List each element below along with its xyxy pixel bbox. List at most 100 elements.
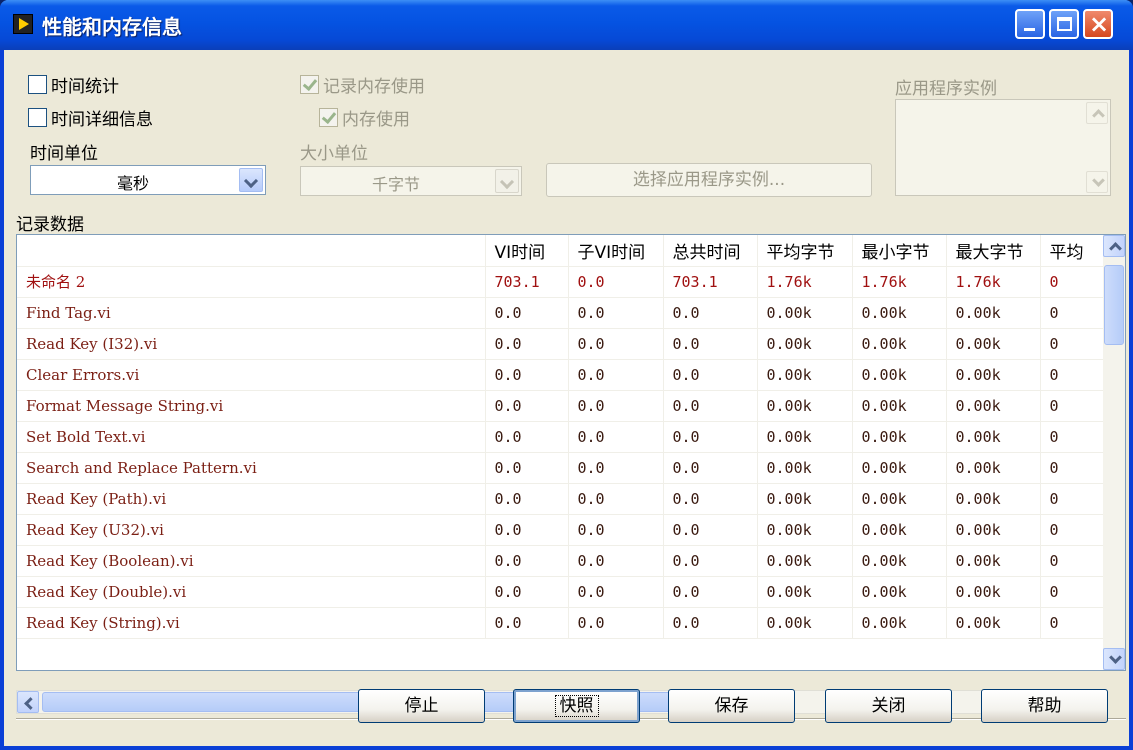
table-row[interactable]: Clear Errors.vi 0.0 0.0 0.0 0.00k 0.00k 0.00k 0 — [17, 359, 1107, 391]
close-button[interactable]: 关闭 — [825, 689, 952, 723]
profile-memory-checkbox[interactable]: 记录内存使用 — [300, 72, 425, 97]
app-instances-scrollbar[interactable] — [1086, 102, 1108, 193]
value-cell: 0.00k — [946, 421, 1041, 453]
timing-details-checkbox[interactable]: 时间详细信息 — [28, 105, 153, 130]
scroll-up-icon[interactable] — [1086, 102, 1108, 124]
value-cell: 0.00k — [946, 390, 1041, 422]
vi-name-cell: Read Key (String).vi — [17, 607, 486, 639]
table-row[interactable]: 未命名 2 703.1 0.0 703.1 1.76k 1.76k 1.76k 0 — [17, 266, 1107, 298]
table-row[interactable]: Read Key (U32).vi 0.0 0.0 0.0 0.00k 0.00k 0.00… — [17, 514, 1107, 546]
column-header[interactable]: 平均 — [1040, 235, 1107, 267]
table-row[interactable]: Search and Replace Pattern.vi 0.0 0.0 0.0 0.… — [17, 452, 1107, 484]
column-header[interactable]: 最小字节 — [852, 235, 947, 267]
value-cell: 0.0 — [663, 576, 758, 608]
table-row[interactable]: Read Key (Path).vi 0.0 0.0 0.0 0.00k 0.00k 0.0… — [17, 483, 1107, 515]
value-cell: 0.0 — [485, 576, 569, 608]
vi-name-cell: Search and Replace Pattern.vi — [17, 452, 486, 484]
maximize-button[interactable] — [1049, 9, 1079, 39]
table-vertical-scrollbar[interactable] — [1103, 235, 1125, 670]
value-cell: 0.00k — [757, 390, 853, 422]
stop-button[interactable]: 停止 — [358, 689, 485, 723]
checkbox-box[interactable] — [300, 75, 319, 94]
value-cell: 0 — [1040, 607, 1107, 639]
table-row[interactable]: Set Bold Text.vi 0.0 0.0 0.0 0.00k 0.00k 0.00k… — [17, 421, 1107, 453]
timing-stats-checkbox[interactable]: 时间统计 — [28, 72, 119, 97]
value-cell: 0.0 — [663, 545, 758, 577]
close-window-button[interactable]: × — [1083, 9, 1113, 39]
table-row[interactable]: Find Tag.vi 0.0 0.0 0.0 0.00k 0.00k 0.00k 0 — [17, 297, 1107, 329]
table-row[interactable]: Read Key (I32).vi 0.0 0.0 0.0 0.00k 0.00k 0.00… — [17, 328, 1107, 360]
app-instances-list[interactable] — [895, 99, 1111, 196]
profile-data-table[interactable]: VI时间 子VI时间 总共时间 平均字节 最小字节 最大字节 平均 未命名 27… — [16, 234, 1126, 671]
vi-name-cell: Find Tag.vi — [17, 297, 486, 329]
checkbox-box[interactable] — [28, 75, 47, 94]
value-cell: 0.0 — [663, 514, 758, 546]
vi-name-cell: Read Key (I32).vi — [17, 328, 486, 360]
title-bar[interactable]: 性能和内存信息 × — [0, 0, 1133, 50]
select-app-instance-button[interactable]: 选择应用程序实例... — [546, 163, 872, 197]
table-row[interactable]: Read Key (Boolean).vi 0.0 0.0 0.0 0.00k 0.00k… — [17, 545, 1107, 577]
checkbox-box[interactable] — [319, 108, 338, 127]
table-row[interactable]: Read Key (Double).vi 0.0 0.0 0.0 0.00k 0.00k 0… — [17, 576, 1107, 608]
vi-name-cell: Set Bold Text.vi — [17, 421, 486, 453]
column-header[interactable]: 总共时间 — [663, 235, 758, 267]
minimize-button[interactable] — [1015, 9, 1045, 39]
value-cell: 0.00k — [852, 607, 947, 639]
chevron-down-icon[interactable] — [495, 169, 519, 193]
scroll-up-icon[interactable] — [1103, 235, 1125, 257]
value-cell: 0.0 — [568, 483, 664, 515]
value-cell: 0.0 — [568, 607, 664, 639]
value-cell: 1.76k — [757, 266, 853, 298]
scroll-down-icon[interactable] — [1103, 648, 1125, 670]
scroll-down-icon[interactable] — [1086, 171, 1108, 193]
value-cell: 0 — [1040, 421, 1107, 453]
checkbox-box[interactable] — [28, 108, 47, 127]
column-header[interactable] — [17, 235, 486, 267]
size-unit-select[interactable]: 千字节 — [300, 166, 522, 196]
value-cell: 0.0 — [485, 390, 569, 422]
scroll-thumb[interactable] — [1104, 265, 1124, 345]
column-header[interactable]: 平均字节 — [757, 235, 853, 267]
value-cell: 0.0 — [568, 421, 664, 453]
value-cell: 0 — [1040, 576, 1107, 608]
profile-window: 性能和内存信息 × 时间统计 时间详细信息 时间单位 毫秒 记录内存使用 内存使… — [0, 0, 1133, 750]
vi-name-cell: Read Key (Path).vi — [17, 483, 486, 515]
help-button[interactable]: 帮助 — [981, 689, 1108, 723]
memory-usage-label: 内存使用 — [342, 110, 410, 130]
memory-usage-checkbox[interactable]: 内存使用 — [319, 105, 410, 130]
value-cell: 1.76k — [946, 266, 1041, 298]
value-cell: 0 — [1040, 359, 1107, 391]
value-cell: 0.00k — [757, 328, 853, 360]
save-button[interactable]: 保存 — [668, 689, 795, 723]
table-row[interactable]: Format Message String.vi 0.0 0.0 0.0 0.00k 0.… — [17, 390, 1107, 422]
value-cell: 0.0 — [568, 545, 664, 577]
scroll-left-icon[interactable] — [17, 691, 39, 713]
value-cell: 0 — [1040, 266, 1107, 298]
column-header[interactable]: 最大字节 — [946, 235, 1041, 267]
table-body: 未命名 2 703.1 0.0 703.1 1.76k 1.76k 1.76k 0 Find T… — [17, 266, 1107, 639]
value-cell: 0.00k — [757, 359, 853, 391]
value-cell: 0 — [1040, 328, 1107, 360]
value-cell: 0.00k — [852, 576, 947, 608]
value-cell: 0 — [1040, 297, 1107, 329]
column-header[interactable]: 子VI时间 — [568, 235, 664, 267]
value-cell: 0.0 — [568, 390, 664, 422]
value-cell: 0.0 — [663, 390, 758, 422]
value-cell: 0.00k — [946, 359, 1041, 391]
value-cell: 0.0 — [485, 607, 569, 639]
value-cell: 0.00k — [852, 545, 947, 577]
timing-unit-select[interactable]: 毫秒 — [30, 165, 266, 195]
value-cell: 0 — [1040, 452, 1107, 484]
value-cell: 0.0 — [568, 328, 664, 360]
value-cell: 0.0 — [485, 483, 569, 515]
timing-unit-label: 时间单位 — [30, 144, 98, 164]
value-cell: 0.00k — [946, 297, 1041, 329]
chevron-down-icon[interactable] — [239, 168, 263, 192]
value-cell: 0.0 — [663, 328, 758, 360]
value-cell: 0.00k — [757, 545, 853, 577]
table-row[interactable]: Read Key (String).vi 0.0 0.0 0.0 0.00k 0.00k 0… — [17, 607, 1107, 639]
column-header[interactable]: VI时间 — [485, 235, 569, 267]
snapshot-button[interactable]: 快照 — [513, 689, 640, 723]
value-cell: 0.00k — [852, 390, 947, 422]
value-cell: 0.0 — [568, 514, 664, 546]
